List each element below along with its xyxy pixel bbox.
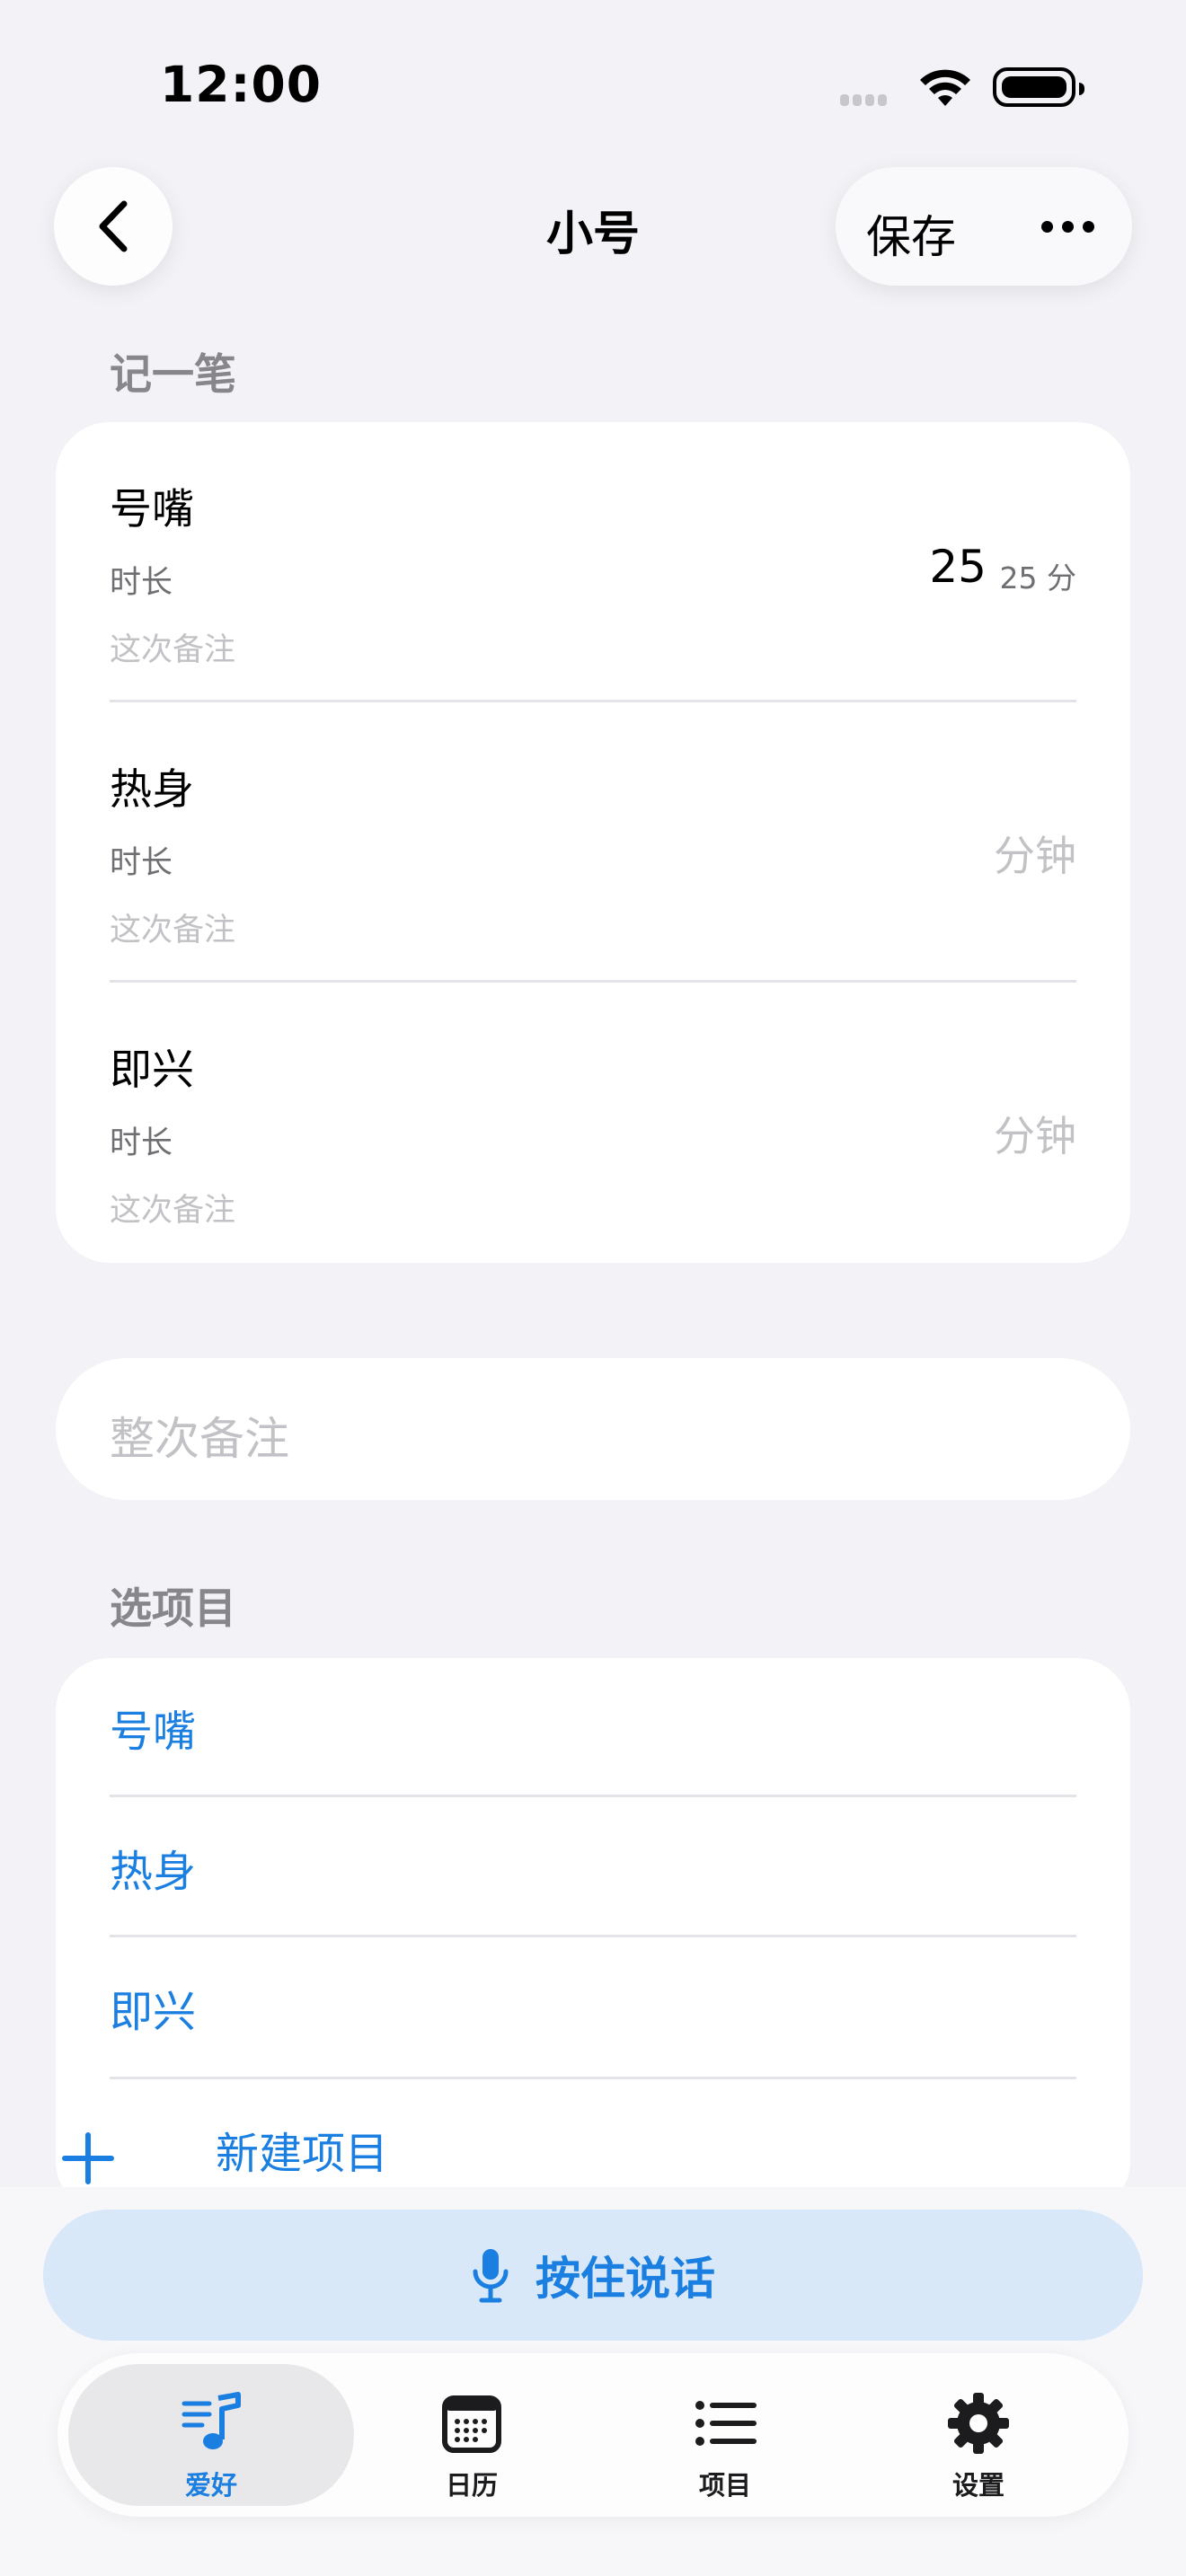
tab-label: 爱好 [184, 2470, 237, 2501]
microphone-icon [473, 2249, 509, 2303]
duration-input[interactable]: 25 [929, 541, 987, 593]
log-entry: 热身 时长 分钟 这次备注 [56, 702, 1130, 983]
project-section-title: 选项目 [110, 1584, 236, 1634]
entry-note-input[interactable]: 这次备注 [110, 624, 235, 670]
entry-name: 即兴 [110, 1045, 194, 1095]
hold-to-talk-label: 按住说话 [535, 2253, 715, 2305]
nav-actions: 保存 [836, 167, 1132, 286]
entry-note-input[interactable]: 这次备注 [110, 904, 235, 950]
tab-calendar[interactable]: 日历 [329, 2364, 615, 2506]
entry-name: 热身 [110, 765, 194, 815]
more-dot [1040, 220, 1053, 233]
cellular-signal-icon [840, 93, 890, 110]
project-item[interactable]: 号嘴 [110, 1696, 196, 1759]
tab-label: 设置 [951, 2470, 1005, 2501]
duration-input[interactable]: 分钟 [994, 824, 1076, 883]
save-button[interactable]: 保存 [866, 201, 956, 266]
battery-icon [993, 67, 1084, 107]
divider [110, 1935, 1076, 1937]
duration-label: 时长 [110, 565, 173, 601]
gear-icon [948, 2393, 1009, 2454]
log-entry: 号嘴 时长 25 25 分 这次备注 [56, 422, 1130, 702]
log-card: 号嘴 时长 25 25 分 这次备注 热身 时长 分钟 这次备注 即兴 时长 分… [56, 422, 1130, 1263]
tab-settings[interactable]: 设置 [836, 2364, 1121, 2506]
music-note-list-icon [181, 2392, 241, 2449]
tab-projects[interactable]: 项目 [582, 2364, 868, 2506]
project-item[interactable]: 即兴 [110, 1976, 196, 2039]
hold-to-talk-button[interactable]: 按住说话 [43, 2210, 1143, 2341]
divider [110, 2077, 1076, 2079]
entry-note-input[interactable]: 这次备注 [110, 1185, 235, 1231]
tab-hobby[interactable]: 爱好 [68, 2364, 354, 2506]
list-icon [695, 2401, 757, 2446]
duration-unit-text: 25 分 [999, 560, 1076, 595]
session-remark-placeholder: 整次备注 [110, 1413, 289, 1465]
tab-label: 日历 [445, 2470, 498, 2501]
project-item[interactable]: 热身 [110, 1836, 196, 1899]
duration-input[interactable]: 分钟 [994, 1104, 1076, 1163]
plus-icon[interactable] [61, 2131, 115, 2185]
duration-label: 时长 [110, 1125, 173, 1161]
more-dot [1061, 220, 1074, 233]
status-time: 12:00 [160, 56, 323, 113]
wifi-icon [920, 69, 970, 106]
entry-name: 号嘴 [110, 485, 194, 534]
session-remark-field[interactable]: 整次备注 [56, 1358, 1130, 1500]
divider [110, 1795, 1076, 1797]
duration-label: 时长 [110, 845, 173, 881]
tab-bar: 爱好 日历 项目 设置 [58, 2353, 1128, 2517]
log-entry: 即兴 时长 分钟 这次备注 [56, 983, 1130, 1263]
log-section-title: 记一笔 [110, 350, 236, 400]
calendar-icon [442, 2395, 501, 2453]
more-dot [1082, 220, 1094, 233]
more-button[interactable] [1031, 203, 1103, 250]
project-card: 号嘴 热身 即兴 新建项目 [56, 1658, 1130, 2215]
new-project-button[interactable]: 新建项目 [216, 2118, 388, 2181]
tab-label: 项目 [698, 2470, 751, 2501]
